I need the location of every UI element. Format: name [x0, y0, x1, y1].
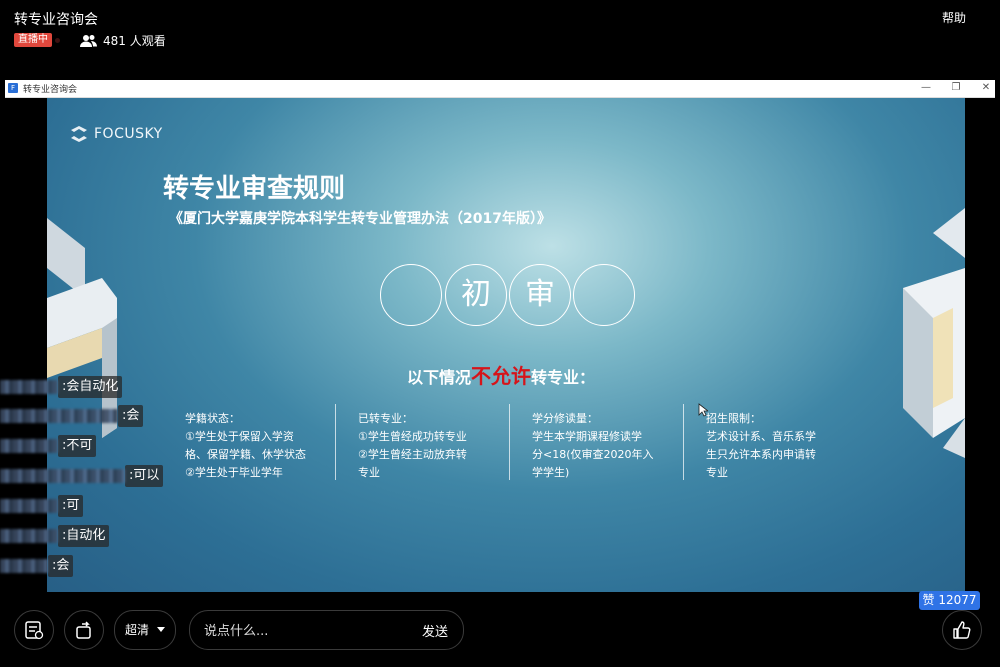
not-allowed-heading: 以下情况不允许转专业：: [407, 360, 595, 389]
column-divider: [509, 404, 510, 480]
rule-column-enrollment: 学籍状态： ①学生处于保留入学资 格、保留学籍、休学状态 ②学生处于毕业学年: [185, 410, 335, 482]
rule-column-transferred: 已转专业： ①学生曾经成功转专业 ②学生曾经主动放弃转 专业: [358, 410, 508, 482]
circle-empty-left: [380, 264, 442, 326]
focusky-logo-icon: [71, 126, 87, 142]
quality-selector[interactable]: 超清: [114, 610, 176, 650]
close-icon[interactable]: ✕: [979, 81, 993, 95]
danmu-text: :不可: [58, 435, 97, 457]
danmu-text: :可以: [125, 465, 164, 487]
viewer-count: 481 人观看: [80, 32, 166, 49]
column-line: ①学生曾经成功转专业: [358, 430, 467, 443]
column-divider: [335, 404, 336, 480]
column-line: 学生本学期课程修读学: [532, 430, 642, 443]
caret-down-icon: [157, 627, 165, 632]
not-allowed-suffix: 转专业：: [531, 368, 596, 387]
column-line: 专业: [358, 466, 380, 479]
notes-icon: [25, 621, 44, 640]
users-icon: [80, 34, 97, 47]
danmu-text: :会自动化: [58, 376, 123, 398]
chat-box: 发送: [189, 610, 464, 650]
presentation-slide: FOCUSKY 转专业审查规则 《厦门大学嘉庚学院本科学生转专业管理办法（201…: [47, 98, 965, 592]
not-allowed-prefix: 以下情况: [407, 368, 472, 387]
live-status-badge: 直播中: [14, 33, 52, 47]
column-heading: 学分修读量：: [532, 412, 598, 425]
chat-input[interactable]: [202, 620, 406, 642]
viewer-count-label: 481 人观看: [103, 34, 166, 48]
column-line: ②学生曾经主动放弃转: [358, 448, 467, 461]
rule-column-credits: 学分修读量： 学生本学期课程修读学 分<18(仅审查2020年入 学学生): [532, 410, 682, 482]
quality-label: 超清: [125, 623, 150, 637]
blurred-username: [0, 439, 58, 453]
danmu-message: :会: [0, 405, 144, 427]
slide-title: 转专业审查规则: [163, 174, 346, 204]
blurred-username: [0, 559, 48, 573]
send-button[interactable]: 发送: [422, 621, 448, 640]
danmu-text: :会: [118, 405, 144, 427]
blurred-username: [0, 499, 58, 513]
blurred-username: [0, 529, 58, 543]
column-line: ①学生处于保留入学资: [185, 430, 294, 443]
danmu-text: :可: [58, 495, 84, 517]
not-allowed-highlight: 不允许: [471, 364, 532, 388]
column-line: ②学生处于毕业学年: [185, 466, 283, 479]
column-heading: 已转专业：: [358, 412, 413, 425]
right-3d-shape-icon: [903, 208, 965, 458]
window-titlebar: F 转专业咨询会 — ❐ ✕: [5, 80, 995, 98]
room-title: 转专业咨询会: [14, 12, 98, 28]
danmu-text: :自动化: [58, 525, 110, 547]
restore-icon[interactable]: ❐: [949, 81, 963, 95]
like-button[interactable]: [942, 610, 982, 650]
column-line: 学学生): [532, 466, 570, 479]
rotate-button[interactable]: [64, 610, 104, 650]
minimize-icon[interactable]: —: [919, 81, 933, 95]
logo-text: FOCUSKY: [94, 126, 163, 142]
notes-button[interactable]: [14, 610, 54, 650]
rotate-icon: [76, 621, 91, 639]
top-bar: 转专业咨询会 帮助 直播中 481 人观看: [0, 0, 1000, 80]
blurred-username: [0, 380, 58, 394]
danmu-message: :可以: [0, 465, 164, 487]
left-3d-shape-icon: [47, 218, 117, 438]
circle-empty-right: [573, 264, 635, 326]
rule-column-admission: 招生限制： 艺术设计系、音乐系学 生只允许本系内申请转 专业: [706, 410, 856, 482]
live-dot-icon: [55, 38, 60, 43]
blurred-username: [0, 409, 118, 423]
window-title: 转专业咨询会: [23, 85, 78, 95]
like-count-badge: 赞 12077: [919, 591, 980, 610]
app-icon: F: [8, 83, 18, 93]
mouse-cursor-icon: [698, 403, 708, 417]
danmu-message: :会自动化: [0, 376, 123, 398]
slide-subtitle: 《厦门大学嘉庚学院本科学生转专业管理办法（2017年版）》: [169, 211, 551, 227]
thumbs-up-icon: [953, 621, 971, 639]
column-line: 专业: [706, 466, 728, 479]
column-line: 格、保留学籍、休学状态: [185, 448, 306, 461]
focusky-logo: FOCUSKY: [69, 125, 163, 143]
shared-screen-window: F 转专业咨询会 — ❐ ✕ FOCUSKY 转专业审查规则 《厦门大学嘉庚学院…: [5, 80, 995, 592]
help-link[interactable]: 帮助: [942, 9, 966, 26]
column-divider: [683, 404, 684, 480]
column-heading: 学籍状态：: [185, 412, 240, 425]
circle-char-1: 初: [445, 264, 507, 326]
danmu-message: :会: [0, 555, 74, 577]
circle-char-2: 审: [509, 264, 571, 326]
danmu-text: :会: [48, 555, 74, 577]
blurred-username: [0, 469, 125, 483]
column-line: 分<18(仅审查2020年入: [532, 448, 654, 461]
column-line: 艺术设计系、音乐系学: [706, 430, 816, 443]
danmu-message: :不可: [0, 435, 97, 457]
danmu-message: :自动化: [0, 525, 110, 547]
column-heading: 招生限制：: [706, 412, 761, 425]
column-line: 生只允许本系内申请转: [706, 448, 816, 461]
danmu-message: :可: [0, 495, 84, 517]
